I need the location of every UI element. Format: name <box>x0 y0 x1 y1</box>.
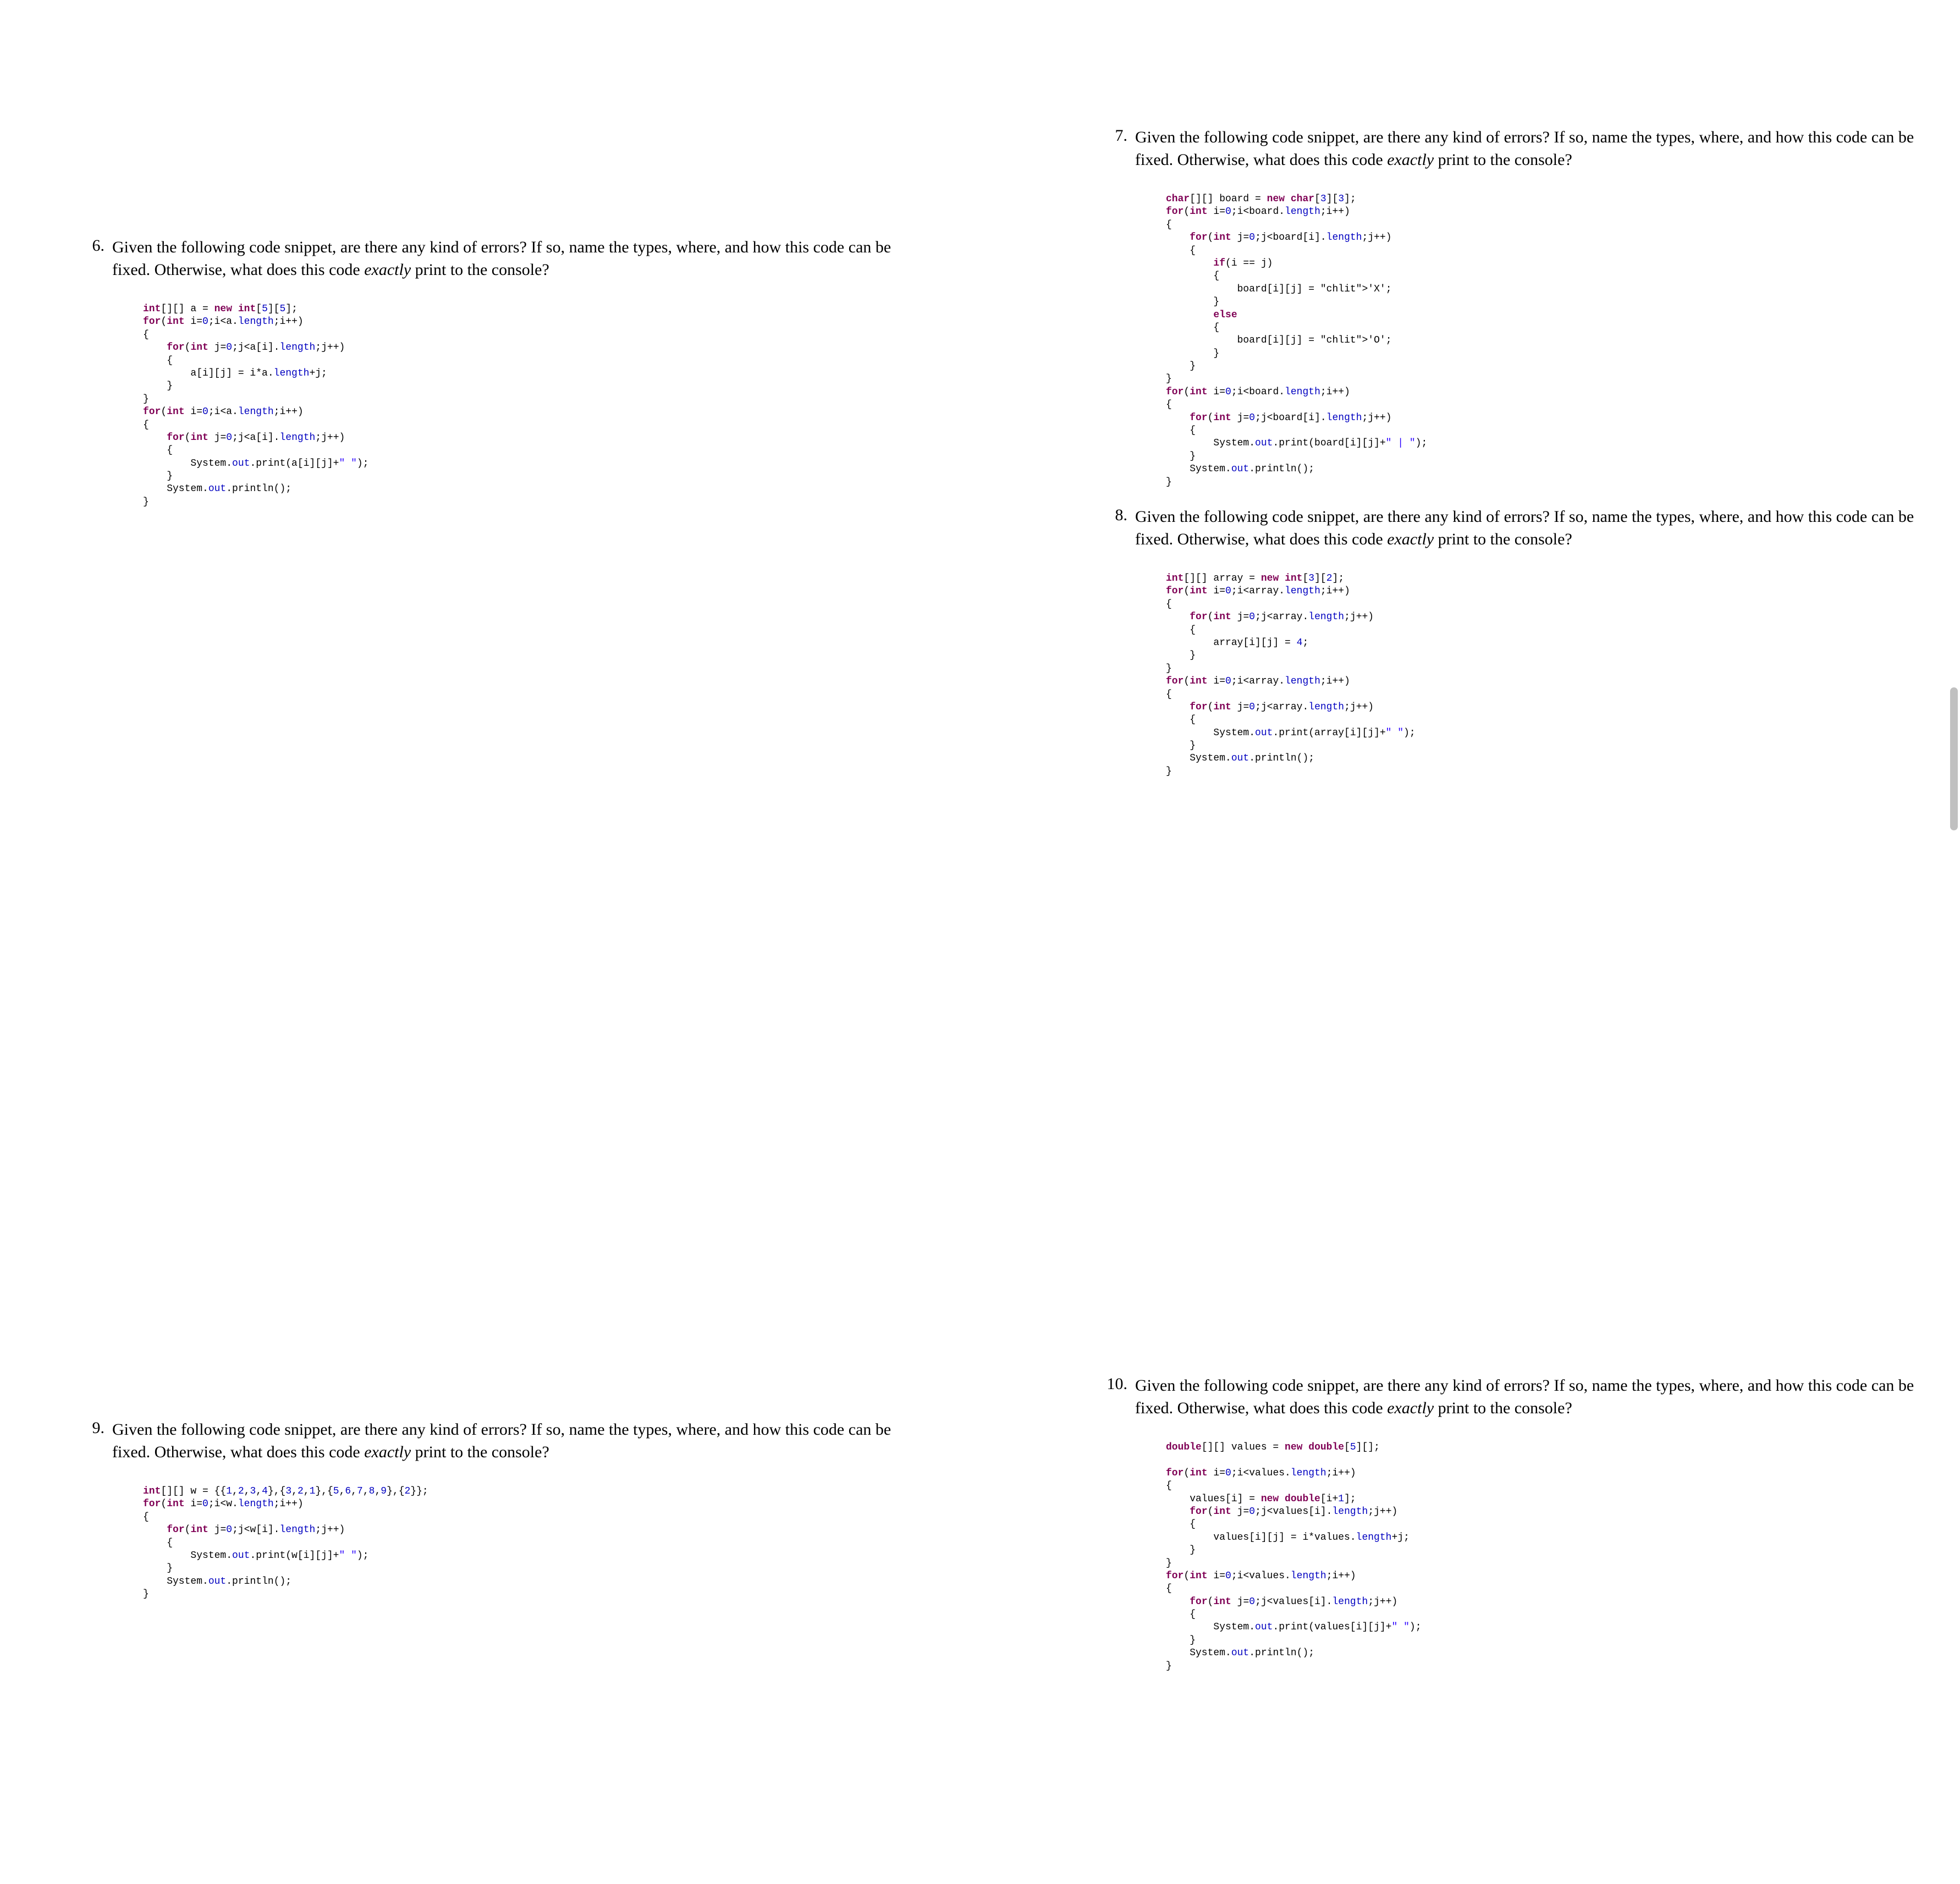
page-container: 6. Given the following code snippet, are… <box>0 0 1960 1884</box>
prompt-post: print to the console? <box>1434 151 1572 169</box>
question-8: 8. Given the following code snippet, are… <box>1094 506 1947 778</box>
prompt-post: print to the console? <box>411 261 549 279</box>
prompt-post: print to the console? <box>1434 530 1572 548</box>
code-snippet-6: int[][] a = new int[5][5]; for(int i=0;i… <box>143 303 924 509</box>
question-number-6: 6. <box>71 236 110 255</box>
prompt-em: exactly <box>364 261 411 279</box>
vertical-scrollbar-thumb[interactable] <box>1950 687 1958 830</box>
prompt-em: exactly <box>1387 151 1434 169</box>
prompt-em: exactly <box>1387 530 1434 548</box>
question-text-6: Given the following code snippet, are th… <box>112 236 921 281</box>
question-number-10: 10. <box>1094 1375 1133 1393</box>
question-text-7: Given the following code snippet, are th… <box>1135 126 1944 171</box>
question-9: 9. Given the following code snippet, are… <box>71 1419 924 1601</box>
question-number-9: 9. <box>71 1419 110 1437</box>
code-snippet-8: int[][] array = new int[3][2]; for(int i… <box>1166 572 1947 778</box>
question-number-8: 8. <box>1094 506 1133 525</box>
question-text-8: Given the following code snippet, are th… <box>1135 506 1944 550</box>
code-snippet-9: int[][] w = {{1,2,3,4},{3,2,1},{5,6,7,8,… <box>143 1485 924 1601</box>
question-text-9: Given the following code snippet, are th… <box>112 1419 921 1463</box>
question-7: 7. Given the following code snippet, are… <box>1094 126 1947 489</box>
question-10: 10. Given the following code snippet, ar… <box>1094 1375 1947 1673</box>
prompt-post: print to the console? <box>1434 1399 1572 1417</box>
code-snippet-10: double[][] values = new double[5][]; for… <box>1166 1441 1947 1673</box>
prompt-post: print to the console? <box>411 1443 549 1461</box>
prompt-em: exactly <box>364 1443 411 1461</box>
question-text-10: Given the following code snippet, are th… <box>1135 1375 1944 1419</box>
prompt-em: exactly <box>1387 1399 1434 1417</box>
question-number-7: 7. <box>1094 126 1133 145</box>
question-6: 6. Given the following code snippet, are… <box>71 236 924 509</box>
code-snippet-7: char[][] board = new char[3][3]; for(int… <box>1166 193 1947 489</box>
